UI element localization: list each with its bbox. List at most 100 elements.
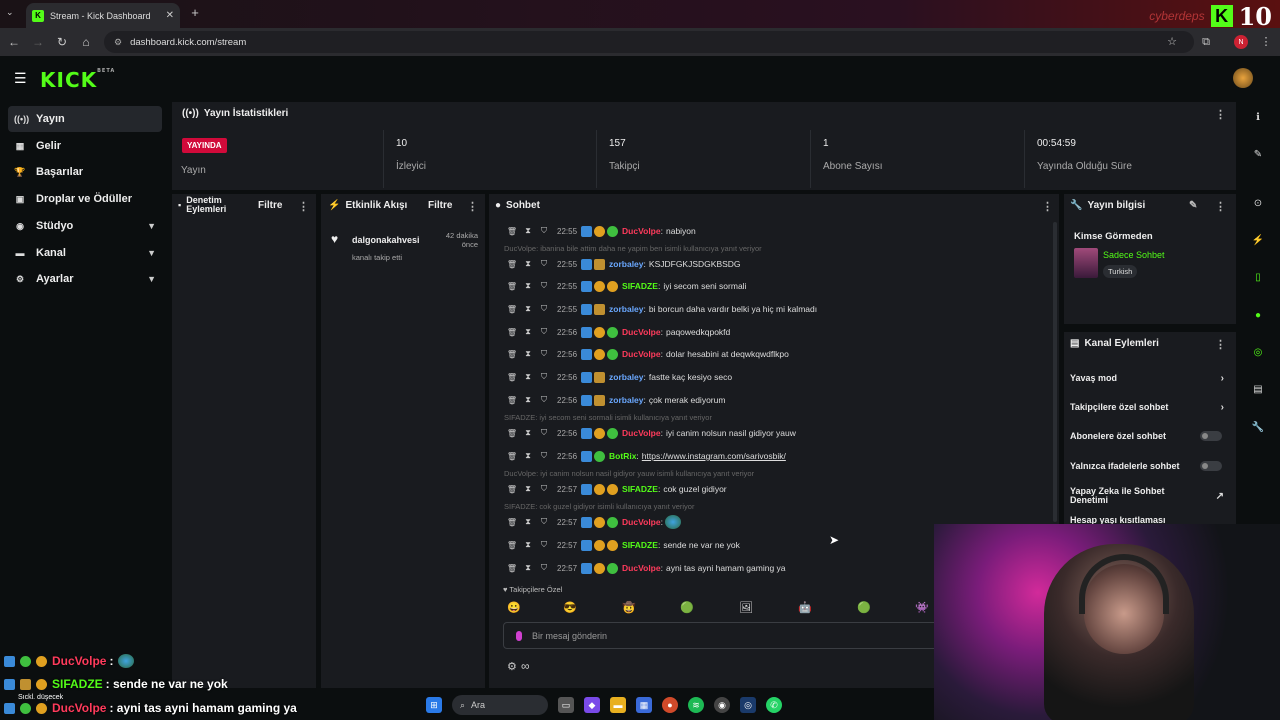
chat-username[interactable]: SIFADZE (622, 484, 658, 494)
timeout-hourglass-icon[interactable]: ⧗ (521, 226, 535, 236)
ban-shield-icon[interactable]: ⛉ (537, 563, 551, 573)
delete-icon[interactable]: 🗑 (505, 485, 519, 494)
chat-username[interactable]: DucVolpe (622, 517, 661, 527)
emote-item[interactable]: 🤠 (622, 601, 636, 614)
timeout-hourglass-icon[interactable]: ⧗ (521, 259, 535, 269)
emote-item[interactable]: 🖼 (739, 601, 753, 614)
ban-shield-icon[interactable]: ⛉ (537, 226, 551, 236)
chat-username[interactable]: DucVolpe (622, 563, 661, 573)
copilot-icon[interactable]: ◆ (584, 697, 600, 713)
timeout-hourglass-icon[interactable]: ⧗ (521, 372, 535, 382)
file-explorer-icon[interactable]: ▬ (610, 697, 626, 713)
sidebar-item-basarilar[interactable]: 🏆 Başarılar (8, 159, 162, 185)
moderation-menu-icon[interactable]: ⋮ (298, 200, 309, 213)
ban-shield-icon[interactable]: ⛉ (537, 484, 551, 494)
delete-icon[interactable]: 🗑 (505, 452, 519, 461)
chat-icon[interactable]: ● (1250, 308, 1266, 324)
bolt-icon[interactable]: ⚡ (1250, 233, 1266, 249)
subscribers-only-toggle[interactable] (1200, 431, 1222, 441)
ban-shield-icon[interactable]: ⛉ (537, 259, 551, 269)
obs-icon[interactable]: ◉ (714, 697, 730, 713)
pencil-icon[interactable]: ✎ (1250, 147, 1266, 163)
new-tab-icon[interactable]: + (188, 6, 202, 20)
chrome-icon[interactable]: ● (662, 697, 678, 713)
chat-message-input[interactable]: Bir mesaj gönderin (503, 622, 943, 649)
event-username[interactable]: dalgonakahvesi (352, 235, 420, 245)
chat-username[interactable]: zorbaley (609, 372, 644, 382)
category-thumbnail[interactable] (1074, 248, 1098, 278)
chat-link[interactable]: https://www.instagram.com/sarivosbik/ (642, 451, 786, 461)
moderation-filter-button[interactable]: Filtre (258, 200, 282, 211)
delete-icon[interactable]: 🗑 (505, 373, 519, 382)
delete-icon[interactable]: 🗑 (505, 328, 519, 337)
followers-only-row[interactable]: Takipçilere özel sohbet › (1070, 399, 1230, 415)
home-icon[interactable]: ⌂ (78, 34, 94, 50)
timeout-hourglass-icon[interactable]: ⧗ (521, 540, 535, 550)
chat-username[interactable]: BotRix (609, 451, 636, 461)
site-info-icon[interactable]: ⚙ (114, 37, 122, 48)
stream-info-menu-icon[interactable]: ⋮ (1215, 200, 1226, 213)
ban-shield-icon[interactable]: ⛉ (537, 517, 551, 527)
ban-shield-icon[interactable]: ⛉ (537, 304, 551, 314)
ban-shield-icon[interactable]: ⛉ (537, 540, 551, 550)
timeout-hourglass-icon[interactable]: ⧗ (521, 563, 535, 573)
profile-avatar[interactable]: N (1234, 35, 1248, 49)
timeout-hourglass-icon[interactable]: ⧗ (521, 327, 535, 337)
stats-menu-icon[interactable]: ⋮ (1215, 108, 1226, 121)
emote-item[interactable]: 👾 (915, 601, 929, 614)
store-icon[interactable]: ▦ (636, 697, 652, 713)
delete-icon[interactable]: 🗑 (505, 564, 519, 573)
chat-username[interactable]: zorbaley (609, 304, 644, 314)
sidebar-item-studyo[interactable]: ◉ Stüdyo ▼ (8, 213, 162, 239)
delete-icon[interactable]: 🗑 (505, 541, 519, 550)
steam-icon[interactable]: ◎ (740, 697, 756, 713)
kick-logo[interactable]: KICKBETA (40, 68, 115, 92)
delete-icon[interactable]: 🗑 (505, 396, 519, 405)
slow-mode-row[interactable]: Yavaş mod › (1070, 370, 1230, 386)
timeout-hourglass-icon[interactable]: ⧗ (521, 451, 535, 461)
delete-icon[interactable]: 🗑 (505, 429, 519, 438)
reload-icon[interactable]: ↻ (54, 34, 70, 50)
windows-start-icon[interactable]: ⊞ (426, 697, 442, 713)
emote-item[interactable]: 🟢 (857, 601, 871, 614)
microphone-icon[interactable] (516, 630, 522, 641)
chat-username[interactable]: DucVolpe (622, 226, 661, 236)
emotes-only-toggle[interactable] (1200, 461, 1222, 471)
ai-moderation-row[interactable]: Yapay Zeka ile Sohbet Denetimi ↗ (1070, 485, 1230, 507)
timeout-hourglass-icon[interactable]: ⧗ (521, 517, 535, 527)
timeout-hourglass-icon[interactable]: ⧗ (521, 304, 535, 314)
url-input[interactable]: ⚙ dashboard.kick.com/stream (104, 31, 1194, 53)
delete-icon[interactable]: 🗑 (505, 260, 519, 269)
chat-scrollbar[interactable] (1053, 222, 1057, 522)
close-tab-icon[interactable]: ✕ (166, 10, 174, 21)
chat-username[interactable]: SIFADZE (622, 540, 658, 550)
timeout-hourglass-icon[interactable]: ⧗ (521, 484, 535, 494)
delete-icon[interactable]: 🗑 (505, 518, 519, 527)
broadcast-icon[interactable]: ◎ (1250, 345, 1266, 361)
delete-icon[interactable]: 🗑 (505, 282, 519, 291)
doc-icon[interactable]: ▯ (1250, 270, 1266, 286)
sidebar-item-ayarlar[interactable]: ⚙ Ayarlar ▼ (8, 266, 162, 292)
wrench-icon[interactable]: 🔧 (1250, 420, 1266, 436)
whatsapp-icon[interactable]: ✆ (766, 697, 782, 713)
tab-search-icon[interactable]: ⌄ (6, 7, 14, 18)
timeout-hourglass-icon[interactable]: ⧗ (521, 428, 535, 438)
sidebar-item-yayin[interactable]: ((•)) Yayın (8, 106, 162, 132)
chat-username[interactable]: DucVolpe (622, 349, 661, 359)
browser-menu-icon[interactable]: ⋮ (1258, 34, 1274, 50)
extensions-icon[interactable]: ⧉ (1198, 34, 1214, 50)
sidebar-item-gelir[interactable]: ▦ Gelir (8, 133, 162, 159)
bookmark-star-icon[interactable]: ☆ (1164, 34, 1180, 50)
ban-shield-icon[interactable]: ⛉ (537, 428, 551, 438)
spotify-icon[interactable]: ≋ (688, 697, 704, 713)
ban-shield-icon[interactable]: ⛉ (537, 395, 551, 405)
taskbar-search[interactable]: ⌕ Ara (452, 695, 548, 715)
account-age-row[interactable]: Hesap yaşı kısıtlaması (1070, 516, 1230, 524)
browser-tab[interactable]: K Stream - Kick Dashboard ✕ (26, 3, 180, 28)
category-link[interactable]: Sadece Sohbet (1103, 250, 1165, 260)
edit-pencil-icon[interactable]: ✎ (1189, 200, 1197, 211)
emote-item[interactable]: 🟢 (680, 601, 694, 614)
chat-username[interactable]: DucVolpe (622, 327, 661, 337)
delete-icon[interactable]: 🗑 (505, 350, 519, 359)
layout-icon[interactable]: ▤ (1250, 382, 1266, 398)
